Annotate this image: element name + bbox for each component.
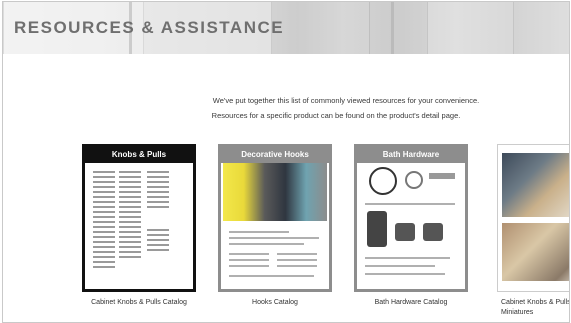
page-frame: RESOURCES & ASSISTANCE We've put togethe… <box>2 1 570 323</box>
catalog-header: Decorative Hooks <box>221 147 329 163</box>
intro-text-line-2: Resources for a specific product can be … <box>211 111 461 120</box>
catalog-thumbnail[interactable]: Decorative Hooks <box>218 144 332 292</box>
intro-text-line-1: We've put together this list of commonly… <box>212 96 480 105</box>
catalog-header: Bath Hardware <box>357 147 465 163</box>
catalog-card-knobs-pulls[interactable]: Knobs & Pulls Cabinet Knobs & Pulls Cata… <box>82 144 196 308</box>
hooks-photo <box>223 163 327 221</box>
catalog-card-miniatures[interactable]: Cabinet Knobs & Pulls Miniatures <box>497 144 569 318</box>
catalog-card-hooks[interactable]: Decorative Hooks Hooks Catalog <box>218 144 332 308</box>
catalog-caption[interactable]: Hooks Catalog <box>218 298 332 308</box>
catalog-caption[interactable]: Cabinet Knobs & Pulls Catalog <box>82 298 196 308</box>
page-banner: RESOURCES & ASSISTANCE <box>3 2 569 54</box>
catalog-caption[interactable]: Bath Hardware Catalog <box>354 298 468 308</box>
catalog-card-bath[interactable]: Bath Hardware Bath Hardware Catalog <box>354 144 468 308</box>
catalog-caption[interactable]: Cabinet Knobs & Pulls Miniatures <box>497 298 569 318</box>
catalog-header: Knobs & Pulls <box>85 147 193 163</box>
catalog-thumbnail[interactable] <box>497 144 569 292</box>
page-title: RESOURCES & ASSISTANCE <box>14 18 285 37</box>
catalog-thumbnail[interactable]: Bath Hardware <box>354 144 468 292</box>
catalog-thumbnail[interactable]: Knobs & Pulls <box>82 144 196 292</box>
